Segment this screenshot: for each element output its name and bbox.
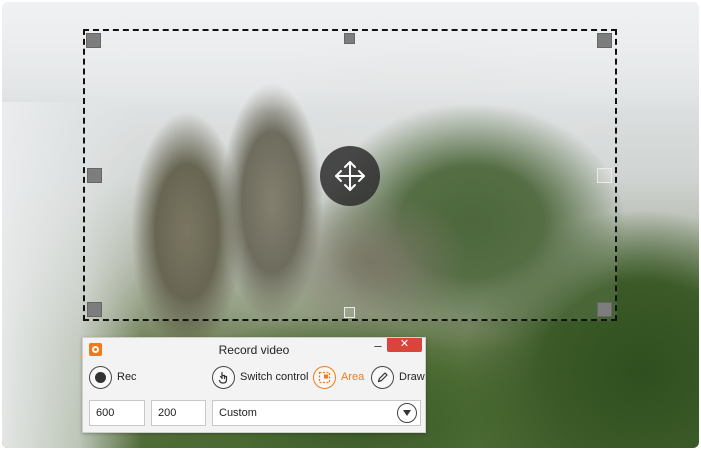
resize-handle-bottom[interactable] [344, 307, 355, 318]
close-button[interactable]: ✕ [387, 338, 422, 352]
draw-label: Draw [399, 371, 425, 383]
resize-handle-top[interactable] [344, 33, 355, 44]
resize-handle-left[interactable] [87, 168, 102, 183]
rec-label: Rec [117, 371, 137, 383]
rec-button[interactable]: Rec [89, 365, 137, 389]
switch-control-label: Switch control [240, 371, 309, 383]
record-dot-icon [89, 365, 112, 389]
width-input[interactable]: 600 [89, 400, 145, 426]
minimize-button[interactable]: – [369, 338, 387, 356]
area-label: Area [341, 371, 365, 383]
draw-button[interactable]: Draw [371, 365, 425, 389]
resize-handle-bottom-left[interactable] [87, 302, 102, 317]
resize-handle-top-left[interactable] [86, 33, 101, 48]
chevron-down-icon[interactable] [397, 403, 417, 423]
record-video-dialog: Record video – ✕ Rec Switch control Area [82, 337, 426, 433]
resize-handle-bottom-right[interactable] [597, 302, 612, 317]
size-preset-select[interactable]: Custom [212, 400, 421, 426]
height-input[interactable]: 200 [151, 400, 206, 426]
area-button[interactable]: Area [313, 365, 364, 389]
size-preset-value: Custom [219, 407, 257, 419]
switch-control-button[interactable]: Switch control [212, 365, 308, 389]
move-area-button[interactable] [320, 146, 380, 206]
move-arrows-icon [335, 161, 365, 191]
resize-handle-top-right[interactable] [597, 33, 612, 48]
hand-pointer-icon [212, 365, 235, 389]
area-select-icon [313, 365, 336, 389]
resize-handle-right[interactable] [597, 168, 612, 183]
dialog-titlebar[interactable]: Record video – ✕ [83, 338, 425, 360]
pencil-icon [371, 365, 394, 389]
